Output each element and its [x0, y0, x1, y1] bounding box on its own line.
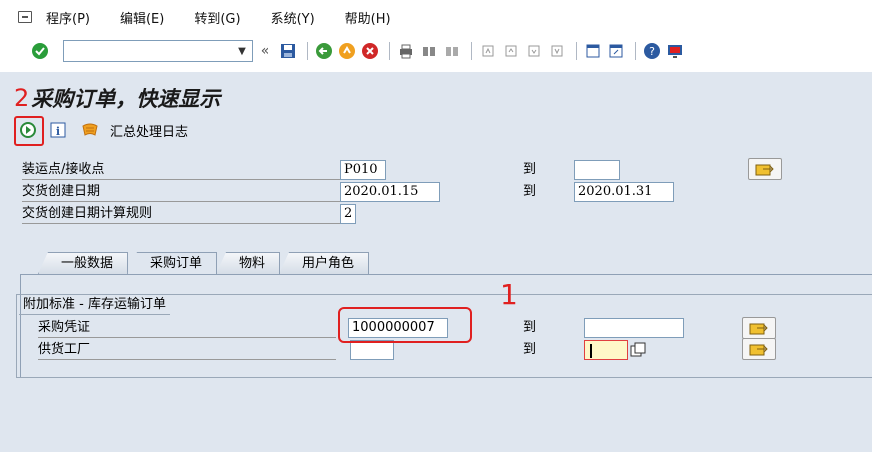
standard-toolbar: ▼ « ? [0, 34, 872, 68]
tab-strip: 一般数据 采购订单 物料 用户角色 [38, 252, 370, 274]
supplying-plant-to-label: 到 [523, 342, 537, 357]
selection-row-date-rule: 交货创建日期计算规则 2 [22, 204, 870, 226]
tab-user-role[interactable]: 用户角色 [279, 252, 370, 274]
page-title-text: 采购订单，快速显示 [31, 86, 221, 111]
menu-help[interactable]: 帮助(H) [345, 8, 391, 27]
menu-goto[interactable]: 转到(G) [194, 8, 240, 27]
multiple-selection-button[interactable] [742, 338, 776, 360]
first-page-icon[interactable] [478, 41, 498, 61]
multiple-selection-button[interactable] [742, 317, 776, 339]
new-session-icon[interactable] [583, 41, 603, 61]
purchasing-doc-label: 采购凭证 [38, 318, 336, 338]
annotation-number-2: 2 [14, 84, 30, 112]
tab-purchase-order[interactable]: 采购订单 [127, 252, 218, 274]
tab-material[interactable]: 物料 [216, 252, 281, 274]
print-icon[interactable] [396, 41, 416, 61]
svg-text:i: i [56, 125, 60, 138]
shipping-point-to-label: 到 [523, 162, 537, 177]
shipping-point-label: 装运点/接收点 [22, 160, 342, 180]
annotation-box-purchasing-doc [338, 307, 472, 343]
shipping-point-from-input[interactable]: P010 [340, 160, 386, 180]
save-icon[interactable] [278, 41, 298, 61]
purchasing-doc-to-label: 到 [523, 320, 537, 335]
creation-date-to-label: 到 [523, 184, 537, 199]
multiple-selection-icon [749, 323, 768, 335]
last-page-icon[interactable] [547, 41, 567, 61]
shipping-point-to-input[interactable] [574, 160, 620, 180]
annotation-number-1: 1 [500, 278, 518, 311]
find-icon[interactable] [419, 41, 439, 61]
selection-row-supplying-plant: 供货工厂 到 [38, 338, 870, 362]
toolbar-separator [389, 42, 390, 60]
help-icon[interactable]: ? [642, 41, 662, 61]
system-menu-icon[interactable] [18, 11, 32, 23]
exit-icon[interactable] [337, 41, 357, 61]
toolbar-separator [576, 42, 577, 60]
supplying-plant-to-input[interactable] [584, 340, 628, 360]
creation-date-from-input[interactable]: 2020.01.15 [340, 182, 440, 202]
toolbar-separator [471, 42, 472, 60]
main-content: 2 采购订单，快速显示 i 汇总处理日志 装运点/接收点 P010 到 交货创建… [0, 72, 872, 452]
info-icon[interactable]: i [48, 120, 68, 140]
history-back-icon[interactable]: « [255, 41, 275, 61]
command-field[interactable]: ▼ [63, 40, 253, 62]
creation-date-label: 交货创建日期 [22, 182, 342, 202]
value-help-icon[interactable] [630, 342, 646, 362]
toolbar-separator [307, 42, 308, 60]
supplying-plant-from-input[interactable] [350, 340, 394, 360]
selection-row-shipping-point: 装运点/接收点 P010 到 [22, 158, 870, 182]
shortcut-icon[interactable] [606, 41, 626, 61]
find-next-icon[interactable] [442, 41, 462, 61]
purchasing-doc-to-input[interactable] [584, 318, 684, 338]
date-rule-label: 交货创建日期计算规则 [22, 204, 342, 224]
creation-date-to-input[interactable]: 2020.01.31 [574, 182, 674, 202]
chevron-down-icon[interactable]: ▼ [232, 41, 252, 61]
svg-text:?: ? [649, 45, 655, 58]
customize-layout-icon[interactable] [665, 41, 685, 61]
processing-log-icon[interactable] [80, 120, 100, 140]
ok-check-icon[interactable] [30, 41, 50, 61]
back-icon[interactable] [314, 41, 334, 61]
menu-bar: 程序(P) 编辑(E) 转到(G) 系统(Y) 帮助(H) [0, 0, 872, 34]
toolbar-separator [635, 42, 636, 60]
processing-log-button[interactable]: 汇总处理日志 [110, 121, 188, 140]
menu-program[interactable]: 程序(P) [46, 8, 90, 27]
text-cursor [590, 344, 592, 358]
next-page-icon[interactable] [524, 41, 544, 61]
tab-general-data[interactable]: 一般数据 [38, 252, 129, 274]
annotation-box-execute [14, 116, 44, 146]
supplying-plant-label: 供货工厂 [38, 340, 336, 360]
multiple-selection-icon [755, 164, 774, 176]
menu-edit[interactable]: 编辑(E) [120, 8, 164, 27]
multiple-selection-icon [749, 344, 768, 356]
page-title: 2 采购订单，快速显示 [14, 80, 220, 116]
selection-row-creation-date: 交货创建日期 2020.01.15 到 2020.01.31 [22, 182, 870, 204]
multiple-selection-button[interactable] [748, 158, 782, 180]
group-title: 附加标准 - 库存运输订单 [19, 295, 170, 315]
menu-system[interactable]: 系统(Y) [271, 8, 315, 27]
cancel-icon[interactable] [360, 41, 380, 61]
prev-page-icon[interactable] [501, 41, 521, 61]
date-rule-input[interactable]: 2 [340, 204, 356, 224]
